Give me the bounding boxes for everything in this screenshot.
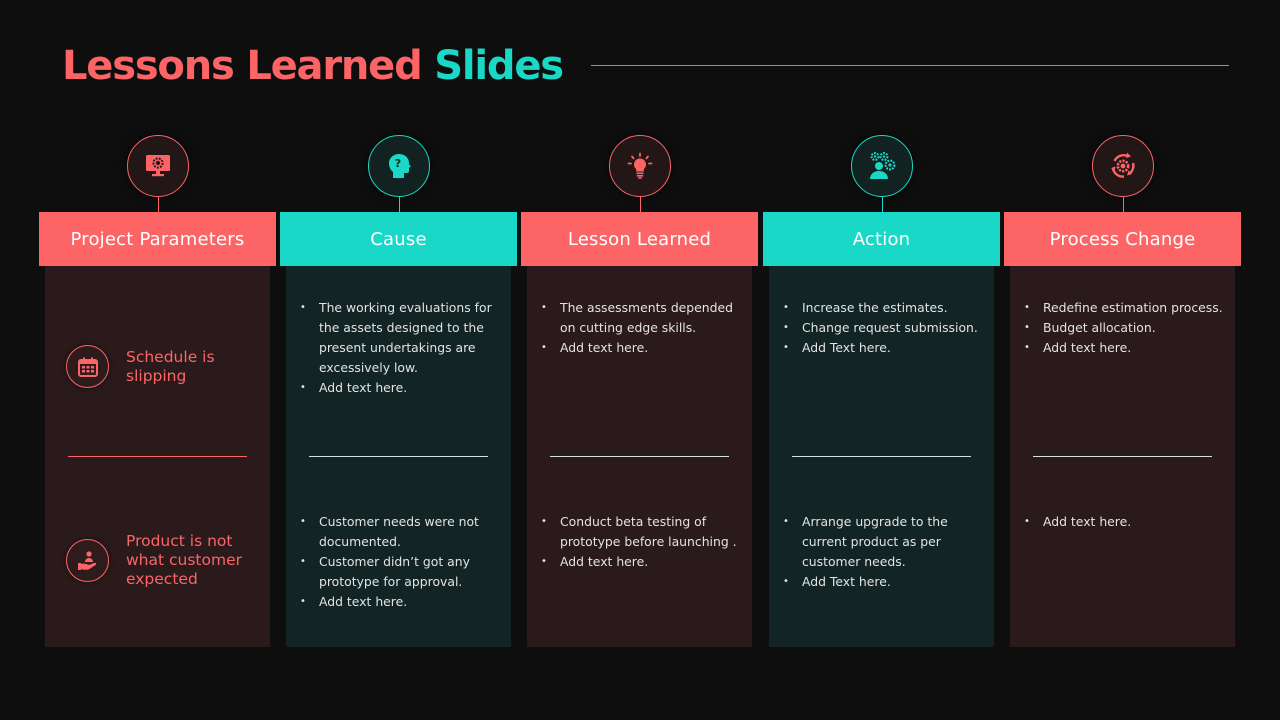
user-gears-icon	[869, 151, 896, 179]
problem-icon-badge	[66, 539, 109, 582]
bullet-item: Add Text here.	[783, 338, 986, 358]
bullet-item: Add text here.	[541, 552, 744, 572]
column-panel: Redefine estimation process. Budget allo…	[1010, 266, 1235, 647]
cycle-gear-icon	[1110, 152, 1135, 178]
column-cause: ? Cause The working evaluations for the …	[280, 0, 517, 720]
icon-badge	[850, 135, 913, 197]
row-divider	[1033, 456, 1212, 457]
problem-label: Schedule is slipping	[126, 347, 215, 385]
connector-line	[881, 197, 883, 212]
problem-item: Product is not what customer expected	[66, 532, 266, 589]
bullet-item: Add text here.	[1024, 338, 1227, 358]
bullet-item: Add text here.	[1024, 512, 1227, 532]
bullet-item: Add text here.	[300, 378, 503, 398]
column-header: Cause	[280, 212, 517, 266]
column-project-parameters: Project Parameters Schedule is slipping	[39, 0, 276, 720]
svg-text:?: ?	[394, 157, 400, 170]
monitor-gear-icon	[145, 155, 170, 177]
bullet-item: The assessments depended on cutting edge…	[541, 298, 744, 338]
bullet-item: Add text here.	[541, 338, 744, 358]
column-panel: Increase the estimates. Change request s…	[769, 266, 994, 647]
problem-label: Product is not what customer expected	[126, 532, 242, 588]
column-panel: Schedule is slipping Product is not what…	[45, 266, 270, 647]
column-panel: The assessments depended on cutting edge…	[527, 266, 752, 647]
bullet-list-top: The assessments depended on cutting edge…	[541, 298, 744, 358]
problem-item: Schedule is slipping	[66, 345, 266, 388]
bullet-list-top: Increase the estimates. Change request s…	[783, 298, 986, 358]
bullet-item: Conduct beta testing of prototype before…	[541, 512, 744, 552]
column-header: Lesson Learned	[521, 212, 758, 266]
bullet-item: Budget allocation.	[1024, 318, 1227, 338]
row-divider	[792, 456, 971, 457]
connector-line	[157, 197, 159, 212]
row-divider	[550, 456, 729, 457]
bullet-item: The working evaluations for the assets d…	[300, 298, 503, 378]
column-lesson-learned: Lesson Learned The assessments depended …	[521, 0, 758, 720]
bullet-item: Increase the estimates.	[783, 298, 986, 318]
connector-line	[1122, 197, 1124, 212]
bullet-item: Customer didn’t got any prototype for ap…	[300, 552, 503, 592]
row-divider	[309, 456, 488, 457]
column-header: Process Change	[1004, 212, 1241, 266]
calendar-icon	[77, 357, 98, 377]
problem-icon-badge	[66, 345, 109, 388]
bullet-list-bottom: Conduct beta testing of prototype before…	[541, 512, 744, 572]
bullet-item: Add text here.	[300, 592, 503, 612]
icon-badge: ?	[367, 135, 430, 197]
icon-badge	[126, 135, 189, 197]
bullet-list-top: The working evaluations for the assets d…	[300, 298, 503, 398]
column-process-change: Process Change Redefine estimation proce…	[1004, 0, 1241, 720]
column-header: Project Parameters	[39, 212, 276, 266]
icon-badge	[1091, 135, 1154, 197]
bullet-item: Arrange upgrade to the current product a…	[783, 512, 986, 572]
bullet-item: Redefine estimation process.	[1024, 298, 1227, 318]
hand-user-icon	[77, 550, 96, 570]
column-action: Action Increase the estimates. Change re…	[763, 0, 1000, 720]
icon-badge	[608, 135, 671, 197]
bullet-item: Change request submission.	[783, 318, 986, 338]
bullet-item: Add Text here.	[783, 572, 986, 592]
bullet-list-top: Redefine estimation process. Budget allo…	[1024, 298, 1227, 358]
connector-line	[639, 197, 641, 212]
column-panel: The working evaluations for the assets d…	[286, 266, 511, 647]
head-question-icon: ?	[388, 154, 411, 178]
bullet-list-bottom: Customer needs were not documented. Cust…	[300, 512, 503, 612]
bullet-list-bottom: Arrange upgrade to the current product a…	[783, 512, 986, 592]
connector-line	[398, 197, 400, 212]
column-header: Action	[763, 212, 1000, 266]
bullet-list-bottom: Add text here.	[1024, 512, 1227, 532]
lightbulb-icon	[627, 152, 652, 179]
row-divider	[68, 456, 247, 457]
bullet-item: Customer needs were not documented.	[300, 512, 503, 552]
